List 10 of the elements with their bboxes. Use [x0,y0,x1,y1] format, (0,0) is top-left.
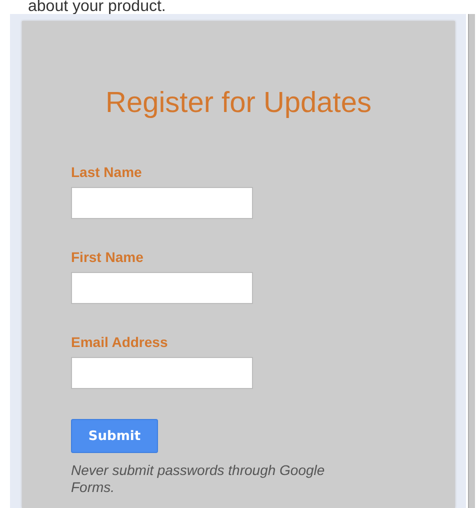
input-field[interactable] [71,357,253,389]
field-label: Last Name [71,164,143,180]
scrollbar[interactable] [468,14,475,508]
submit-button[interactable]: Submit [71,419,158,453]
input-field[interactable] [71,272,253,304]
form-title: Register for Updates [104,87,372,120]
field-label: Email Address [71,334,169,350]
password-note: Never submit passwords through Google Forms. [71,462,326,496]
field-label: First Name [71,249,144,265]
input-field[interactable] [71,187,253,219]
